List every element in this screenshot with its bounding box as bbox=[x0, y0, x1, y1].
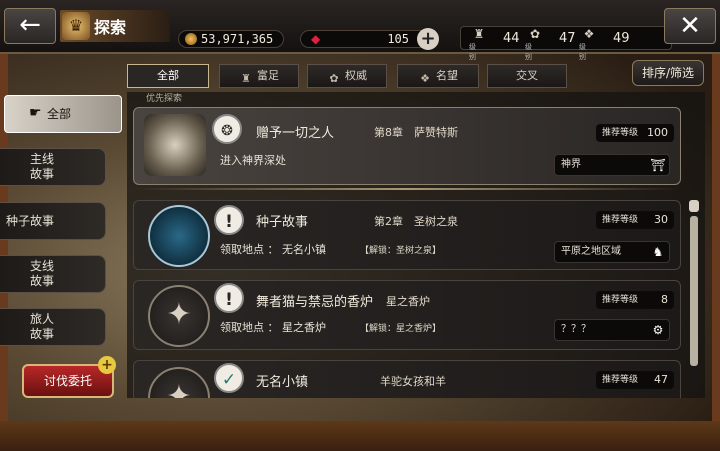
fame-crest-icon: ❖ bbox=[583, 27, 595, 41]
frame-right bbox=[712, 54, 720, 451]
sidebar-item-seed-story[interactable]: 种子故事 bbox=[0, 202, 106, 240]
party-levels: ♜ 级别 44 ✿ 级别 47 ❖ 级别 49 bbox=[460, 26, 672, 61]
tab-power[interactable]: ✿ 权威 bbox=[307, 64, 387, 88]
quest-card[interactable]: ✦ ✓ 无名小镇 羊驼女孩和羊 推荐等级 47 bbox=[133, 360, 681, 398]
power-crest-icon: ✿ bbox=[529, 27, 541, 41]
screen-title: ♛ 探索 bbox=[60, 10, 170, 42]
tab-cross[interactable]: 交叉 bbox=[487, 64, 567, 88]
scroll-thumb[interactable] bbox=[690, 216, 698, 366]
wealth-icon: ♜ bbox=[241, 72, 251, 85]
recommended-level: 推荐等级 8 bbox=[596, 291, 674, 309]
new-badge-icon: + bbox=[98, 356, 116, 374]
close-button[interactable]: ✕ bbox=[664, 8, 716, 44]
star-compass-icon: ✦ bbox=[148, 285, 210, 347]
fame-icon: ❖ bbox=[420, 72, 430, 85]
tab-all[interactable]: 全部 bbox=[127, 64, 209, 88]
gem-counter: ◆ 105 + bbox=[300, 28, 439, 50]
quest-card[interactable]: ✦ ! 舞者猫与禁忌的香炉 星之香炉 领取地点 ： 星之香炉 【解锁：星之香炉】… bbox=[133, 280, 681, 350]
region-tag: ？？？ ⚙ bbox=[554, 319, 670, 341]
page-title: 探索 bbox=[94, 18, 127, 37]
sidebar-item-side-story[interactable]: 支线 故事 bbox=[0, 255, 106, 293]
filter-tabs: 全部 ♜ 富足 ✿ 权威 ❖ 名望 交叉 bbox=[127, 64, 627, 90]
arrow-left-icon: ← bbox=[19, 10, 41, 40]
section-label: 优先探索 bbox=[146, 94, 183, 104]
top-bar: ← ♛ 探索 53,971,365 ◆ 105 + ♜ 级别 44 ✿ 级别 4… bbox=[0, 0, 720, 61]
pointing-hand-icon: ☛ bbox=[29, 105, 42, 121]
add-gems-button[interactable]: + bbox=[417, 28, 439, 50]
scroll-up-cap bbox=[689, 200, 699, 212]
quest-type-icon: ❂ bbox=[212, 114, 242, 144]
sun-crest-icon bbox=[144, 114, 206, 176]
recommended-level: 推荐等级 30 bbox=[596, 211, 674, 229]
back-button[interactable]: ← bbox=[4, 8, 56, 44]
beast-icon: ♞ bbox=[652, 245, 664, 259]
gold-value: 53,971,365 bbox=[201, 32, 274, 46]
explore-emblem-icon: ♛ bbox=[62, 12, 90, 40]
divider bbox=[133, 188, 681, 190]
recommended-level: 推荐等级 47 bbox=[596, 371, 674, 389]
frame-bottom bbox=[0, 421, 720, 451]
sidebar-item-traveler-story[interactable]: 旅人 故事 bbox=[0, 308, 106, 346]
sort-filter-button[interactable]: 排序/筛选 bbox=[632, 60, 704, 86]
wealth-crest-icon: ♜ bbox=[473, 27, 485, 41]
gear-icon: ⚙ bbox=[652, 323, 664, 337]
gold-counter: 53,971,365 bbox=[178, 30, 284, 48]
gem-value: 105 bbox=[387, 32, 409, 46]
sidebar-item-main-story[interactable]: 主线 故事 bbox=[0, 148, 106, 186]
tab-fame[interactable]: ❖ 名望 bbox=[397, 64, 479, 88]
star-compass-icon: ✦ bbox=[148, 367, 210, 398]
exclamation-icon: ! bbox=[214, 205, 244, 235]
quest-card[interactable]: ! 种子故事 第2章 圣树之泉 领取地点 ： 无名小镇 【解锁：圣树之泉】 推荐… bbox=[133, 200, 681, 270]
region-tag: 神界 ⛩ bbox=[554, 154, 670, 176]
scrollbar[interactable] bbox=[689, 200, 699, 396]
ruby-icon: ◆ bbox=[311, 32, 321, 46]
region-tag: 平原之地区域 ♞ bbox=[554, 241, 670, 263]
power-icon: ✿ bbox=[329, 72, 339, 85]
temple-icon: ⛩ bbox=[650, 158, 666, 172]
check-icon: ✓ bbox=[214, 363, 244, 393]
coin-icon bbox=[185, 33, 197, 45]
sidebar-item-all[interactable]: ☛ 全部 bbox=[4, 95, 122, 133]
tab-wealth[interactable]: ♜ 富足 bbox=[219, 64, 299, 88]
exclamation-icon: ! bbox=[214, 283, 244, 313]
close-icon: ✕ bbox=[679, 11, 701, 41]
priority-quest-card[interactable]: ❂ 赠予一切之人 第8章 萨赞特斯 进入神界深处 推荐等级 100 神界 ⛩ bbox=[133, 107, 681, 185]
tree-crest-icon bbox=[148, 205, 210, 267]
recommended-level: 推荐等级 100 bbox=[596, 124, 674, 142]
